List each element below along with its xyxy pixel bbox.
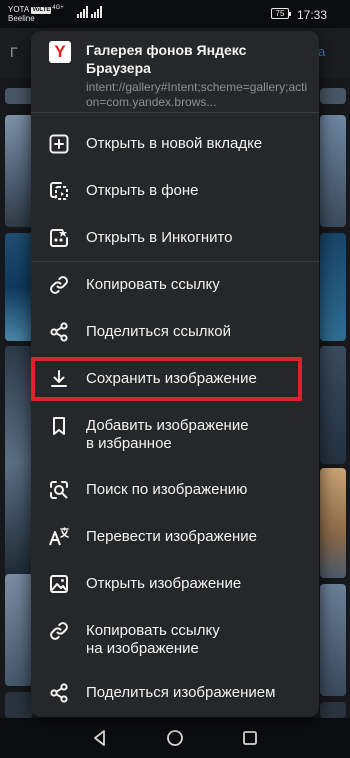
share-icon: [48, 682, 70, 704]
background-accent-text: а: [318, 44, 326, 59]
menu-item-label: Добавить изображение в избранное: [86, 417, 249, 452]
wallpaper-thumbnail[interactable]: [5, 574, 33, 686]
context-menu-url: intent://gallery#Intent;scheme=gallery;a…: [86, 80, 308, 109]
back-button[interactable]: [90, 728, 110, 748]
recents-button[interactable]: [240, 728, 260, 748]
menu-item-open-image[interactable]: Открыть изображение: [31, 562, 319, 606]
image-search-icon: [48, 479, 70, 501]
logo-letter: Y: [54, 42, 66, 61]
context-menu-title: Галерея фонов Яндекс Браузера: [86, 42, 247, 76]
download-icon: [48, 368, 70, 390]
yandex-logo-icon: Y: [49, 41, 71, 63]
menu-item-label: Перевести изображение: [86, 528, 257, 545]
menu-item-label: Открыть в Инкогнито: [86, 229, 233, 246]
network-type: 4G+: [52, 5, 64, 11]
navigation-bar: [0, 718, 350, 758]
battery-indicator: 75: [271, 8, 291, 19]
menu-item-save-image[interactable]: Сохранить изображение: [31, 357, 319, 401]
wallpaper-thumbnail[interactable]: [5, 88, 33, 104]
wallpaper-thumbnail[interactable]: [320, 702, 346, 718]
volte-badge: VoLTE: [31, 7, 52, 14]
menu-item-label: Открыть изображение: [86, 575, 242, 592]
share-icon: [48, 321, 70, 343]
menu-item-open-incognito[interactable]: Открыть в Инкогнито: [31, 216, 319, 260]
wallpaper-thumbnail[interactable]: [5, 115, 33, 227]
home-icon: [167, 730, 183, 746]
menu-item-label: Копировать ссылку: [86, 276, 220, 293]
wallpaper-thumbnail[interactable]: [5, 233, 33, 341]
translate-icon: [48, 526, 70, 548]
menu-item-label: Сохранить изображение: [86, 370, 257, 387]
carrier-name: YOTA: [8, 5, 30, 14]
menu-item-translate-image[interactable]: Перевести изображение: [31, 515, 319, 559]
menu-item-label: Поиск по изображению: [86, 481, 248, 498]
wallpaper-thumbnail[interactable]: [320, 115, 346, 227]
menu-item-share-image[interactable]: Поделиться изображением: [31, 671, 319, 715]
context-menu: Y Галерея фонов Яндекс Браузера intent:/…: [31, 31, 319, 717]
recents-icon: [243, 731, 257, 745]
image-icon: [48, 573, 70, 595]
menu-item-label: Копировать ссылку на изображение: [86, 622, 220, 657]
menu-item-copy-link[interactable]: Копировать ссылку: [31, 263, 319, 307]
wallpaper-thumbnail[interactable]: [320, 346, 346, 464]
menu-item-label: Открыть в новой вкладке: [86, 135, 263, 152]
link-icon: [48, 274, 70, 296]
wallpaper-thumbnail[interactable]: [5, 692, 33, 718]
menu-item-label: Открыть в фоне: [86, 182, 199, 199]
link-icon: [48, 620, 70, 642]
home-button[interactable]: [165, 728, 185, 748]
carrier-primary: YOTA VoLTE 4G+: [8, 4, 64, 14]
bookmark-icon: [48, 415, 70, 437]
menu-item-open-new-tab[interactable]: Открыть в новой вкладке: [31, 122, 319, 166]
context-menu-header: Y Галерея фонов Яндекс Браузера intent:/…: [31, 31, 319, 113]
signal-icon: [77, 6, 88, 18]
menu-divider: [31, 261, 319, 262]
wallpaper-thumbnail[interactable]: [320, 88, 346, 104]
background-title: Г: [10, 44, 18, 60]
menu-item-open-background[interactable]: Открыть в фоне: [31, 169, 319, 213]
menu-item-share-link[interactable]: Поделиться ссылкой: [31, 310, 319, 354]
background-tab-icon: [48, 180, 70, 202]
menu-item-copy-image-link[interactable]: Копировать ссылку на изображение: [31, 609, 319, 667]
carrier-secondary: Beeline: [8, 14, 35, 23]
menu-item-search-by-image[interactable]: Поиск по изображению: [31, 468, 319, 512]
new-tab-icon: [48, 133, 70, 155]
menu-item-label: Поделиться ссылкой: [86, 323, 231, 340]
wallpaper-thumbnail[interactable]: [320, 233, 346, 341]
back-icon: [94, 730, 105, 746]
wallpaper-thumbnail[interactable]: [5, 346, 33, 578]
wallpaper-thumbnail[interactable]: [320, 468, 346, 578]
clock: 17:33: [297, 8, 328, 22]
menu-item-label: Поделиться изображением: [86, 684, 276, 701]
signal-icon-2: [91, 6, 102, 18]
incognito-icon: [48, 227, 70, 249]
status-bar: YOTA VoLTE 4G+ Beeline 75 17:33: [0, 0, 350, 28]
menu-item-add-to-favorites[interactable]: Добавить изображение в избранное: [31, 404, 319, 462]
wallpaper-thumbnail[interactable]: [320, 584, 346, 696]
